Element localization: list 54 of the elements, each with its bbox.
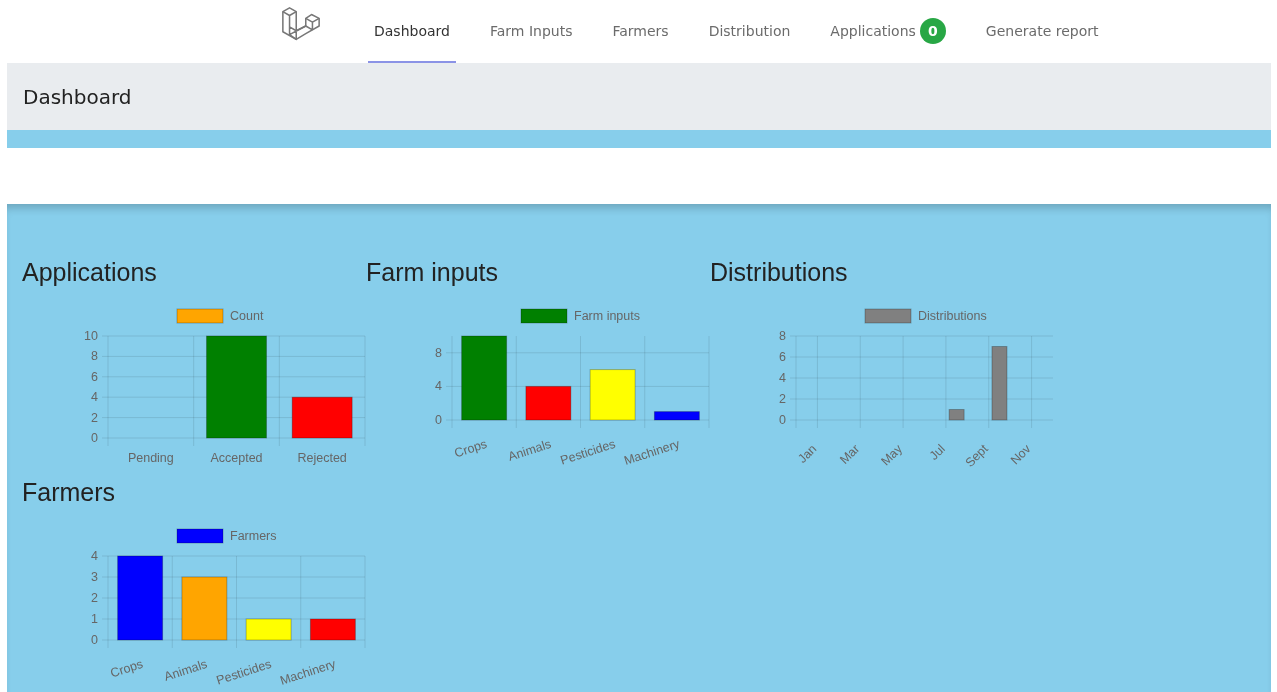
- axis-tick-label: Mar: [837, 441, 863, 467]
- axis-tick-label: Animals: [162, 656, 209, 684]
- axis-tick-label: 0: [435, 413, 442, 427]
- bar: [291, 396, 353, 439]
- axis-tick-label: 6: [91, 369, 98, 384]
- axis-tick-label: 2: [91, 410, 98, 425]
- bar: [181, 576, 228, 641]
- axis-tick-label: 6: [779, 350, 786, 364]
- bar: [309, 618, 356, 641]
- axis-tick-label: 10: [84, 329, 98, 343]
- axis-tick-label: Rejected: [297, 451, 347, 465]
- section-title: Farmers: [22, 477, 117, 508]
- legend-label: Distributions: [918, 309, 987, 323]
- axis-tick-label: 0: [779, 413, 786, 427]
- page-title: Dashboard: [23, 84, 132, 109]
- axis-tick-label: 2: [779, 392, 786, 406]
- axis-tick-label: Jan: [795, 441, 820, 466]
- nav-link[interactable]: Distribution: [702, 0, 797, 63]
- axis-tick-label: 2: [91, 591, 98, 605]
- legend-label: Farmers: [230, 529, 277, 543]
- axis-tick-label: Crops: [452, 436, 489, 461]
- axis-tick-label: 1: [91, 612, 98, 626]
- bar: [589, 369, 636, 421]
- axis-tick-label: 4: [91, 390, 98, 405]
- nav-link[interactable]: Generate report: [979, 0, 1105, 63]
- axis-tick-label: 8: [91, 349, 98, 364]
- section-title: Applications: [22, 257, 158, 288]
- axis-tick-label: Animals: [506, 436, 553, 464]
- axis-tick-label: 4: [91, 549, 98, 563]
- axis-tick-label: Jul: [926, 441, 948, 463]
- section-title: Distributions: [710, 257, 849, 288]
- axis-tick-label: Pending: [127, 451, 174, 465]
- nav-link[interactable]: Farmers: [606, 0, 675, 63]
- bar: [653, 411, 700, 421]
- bar: [525, 385, 572, 421]
- axis-tick-label: 8: [779, 329, 786, 343]
- section-title: Farm inputs: [366, 257, 499, 288]
- axis-tick-label: 4: [435, 379, 442, 394]
- bar: [948, 409, 965, 421]
- axis-tick-label: 4: [779, 371, 786, 385]
- bar: [245, 618, 292, 641]
- axis-tick-label: May: [878, 441, 906, 469]
- axis-tick-label: Nov: [1007, 441, 1034, 468]
- nav-link[interactable]: Farm Inputs: [483, 0, 579, 63]
- axis-tick-label: Accepted: [210, 451, 263, 465]
- axis-tick-label: 3: [91, 570, 98, 584]
- axis-tick-label: Crops: [108, 656, 145, 681]
- legend-label: Farm inputs: [574, 309, 640, 323]
- axis-tick-label: 8: [435, 345, 442, 360]
- nav-link[interactable]: Applications 0: [824, 0, 952, 63]
- legend-label: Count: [230, 309, 264, 323]
- count-badge: 0: [919, 17, 946, 44]
- axis-tick-label: 0: [91, 633, 98, 647]
- axis-tick-label: 0: [91, 431, 98, 445]
